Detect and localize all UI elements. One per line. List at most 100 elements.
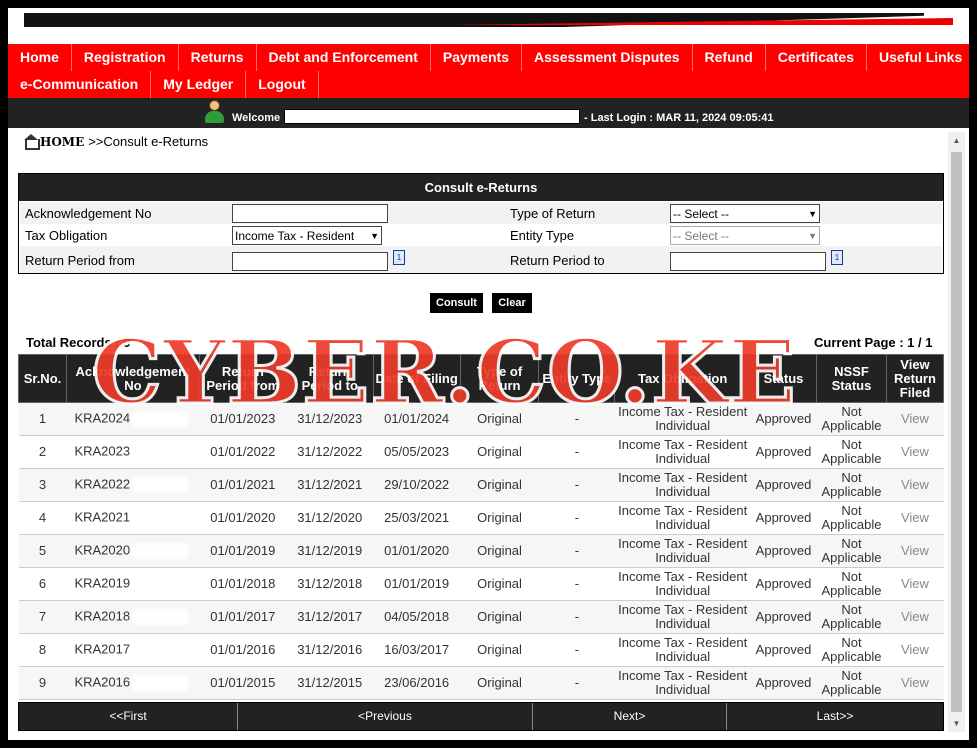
cell-type-text: Original <box>477 642 522 657</box>
view-return-link[interactable]: View <box>901 642 929 657</box>
masked-username <box>284 109 580 124</box>
table-row: 2 KRA2023 01/01/2022 31/12/2022 05/05/2023 Or… <box>18 435 944 469</box>
view-return-link[interactable]: View <box>901 576 929 591</box>
clear-button[interactable]: Clear <box>492 293 532 313</box>
cell-entity: - <box>538 600 615 634</box>
cell-ack-text: KRA2016 <box>74 674 131 690</box>
type-of-return-select[interactable]: -- Select -- ▼ <box>670 204 820 223</box>
welcome-bar: Welcome - Last Login : MAR 11, 2024 09:0… <box>8 98 969 128</box>
pager-previous-button[interactable]: <Previous <box>238 703 533 730</box>
cell-sr-text: 4 <box>38 510 47 525</box>
nav-row-1: Home Registration Returns Debt and Enforcem… <box>8 44 969 71</box>
scroll-up-icon[interactable]: ▲ <box>948 132 965 149</box>
calendar-icon[interactable]: 1 <box>831 250 843 265</box>
cell-status-text: Approved <box>755 642 812 657</box>
consult-button[interactable]: Consult <box>430 293 483 313</box>
cell-sr: 2 <box>18 435 67 469</box>
cell-from-text: 01/01/2018 <box>210 576 276 591</box>
entity-type-label: Entity Type <box>510 228 575 243</box>
nav-item-row2-0[interactable]: e-Communication <box>8 71 152 98</box>
cell-type: Original <box>460 600 539 634</box>
pager-last-button[interactable]: Last>> <box>727 703 943 730</box>
nav-item-row1-3[interactable]: Debt and Enforcement <box>257 44 431 71</box>
nav-item-row2-1[interactable]: My Ledger <box>151 71 247 98</box>
cell-type-text: Original <box>477 675 522 690</box>
cell-ack-text: KRA2018 <box>74 608 131 624</box>
cell-type: Original <box>460 402 539 436</box>
cell-filed: 01/01/2024 <box>373 402 461 436</box>
masked-ack-suffix <box>132 576 189 592</box>
cell-sr: 5 <box>18 534 67 568</box>
scroll-down-icon[interactable]: ▼ <box>948 715 965 732</box>
cell-obligation-text: Income Tax - Resident Individual <box>618 503 748 532</box>
pager-next-button[interactable]: Next> <box>533 703 727 730</box>
home-icon[interactable] <box>24 134 40 150</box>
calendar-icon[interactable]: 1 <box>393 250 405 265</box>
cell-status: Approved <box>750 534 817 568</box>
pager: <<First <Previous Next> Last>> <box>18 702 944 731</box>
cell-type: Original <box>460 633 539 667</box>
cell-nssf: Not Applicable <box>816 435 887 469</box>
view-return-link[interactable]: View <box>901 609 929 624</box>
nav-item-row1-4[interactable]: Payments <box>431 44 523 71</box>
cell-to-text: 31/12/2015 <box>297 675 363 690</box>
cell-view: View <box>886 534 944 568</box>
cell-entity-text: - <box>574 477 580 492</box>
period-from-label: Return Period from <box>25 253 135 268</box>
cell-sr: 9 <box>18 666 67 700</box>
ack-input[interactable] <box>232 204 388 223</box>
view-return-link[interactable]: View <box>901 675 929 690</box>
nav-row-2: e-Communication My Ledger Logout <box>8 71 969 98</box>
view-return-link[interactable]: View <box>901 477 929 492</box>
view-return-link[interactable]: View <box>901 510 929 525</box>
cell-sr-text: 9 <box>38 675 47 690</box>
entity-type-select[interactable]: -- Select -- ▼ <box>670 226 820 245</box>
cell-to: 31/12/2022 <box>286 435 374 469</box>
period-from-input[interactable] <box>232 252 388 271</box>
cell-from-text: 01/01/2019 <box>210 543 276 558</box>
cell-entity: - <box>538 468 615 502</box>
vertical-scrollbar[interactable]: ▲ ▼ <box>948 132 965 732</box>
cell-status-text: Approved <box>755 411 812 426</box>
nav-item-row1-8[interactable]: Useful Links <box>867 44 969 71</box>
view-return-link[interactable]: View <box>901 411 929 426</box>
nav-item-row1-1[interactable]: Registration <box>72 44 179 71</box>
cell-view: View <box>886 633 944 667</box>
nav-item-row1-0[interactable]: Home <box>8 44 72 71</box>
view-return-link[interactable]: View <box>901 543 929 558</box>
cell-nssf: Not Applicable <box>816 468 887 502</box>
cell-obligation-text: Income Tax - Resident Individual <box>618 635 748 664</box>
cell-nssf: Not Applicable <box>816 633 887 667</box>
nav-item-row2-2[interactable]: Logout <box>246 71 319 98</box>
cell-ack: KRA2024 <box>66 402 200 436</box>
cell-to-text: 31/12/2020 <box>297 510 363 525</box>
cell-type: Original <box>460 501 539 535</box>
nav-item-row1-2[interactable]: Returns <box>179 44 257 71</box>
chevron-down-icon: ▼ <box>370 230 379 241</box>
masked-ack-suffix <box>132 543 189 559</box>
cell-type-text: Original <box>477 444 522 459</box>
scroll-thumb[interactable] <box>951 152 962 712</box>
breadcrumb-home-link[interactable]: HOME <box>40 135 84 149</box>
cell-from-text: 01/01/2017 <box>210 609 276 624</box>
tax-obligation-select[interactable]: Income Tax - Resident ▼ <box>232 226 382 245</box>
cell-nssf-text: Not Applicable <box>821 536 882 565</box>
cell-obligation-text: Income Tax - Resident Individual <box>618 404 748 433</box>
pager-first-button[interactable]: <<First <box>19 703 238 730</box>
period-to-input[interactable] <box>670 252 826 271</box>
entity-type-value: -- Select -- <box>673 228 730 243</box>
masked-ack-suffix <box>132 477 189 493</box>
nav-item-row1-5[interactable]: Assessment Disputes <box>522 44 693 71</box>
cell-view: View <box>886 501 944 535</box>
nav-item-row1-7[interactable]: Certificates <box>766 44 868 71</box>
cell-status-text: Approved <box>755 477 812 492</box>
column-header: NSSF Status <box>815 354 887 403</box>
page-frame: Home Registration Returns Debt and Enforcem… <box>8 8 969 740</box>
nav-item-row1-6[interactable]: Refund <box>693 44 766 71</box>
view-return-link[interactable]: View <box>901 444 929 459</box>
cell-obligation: Income Tax - Resident Individual <box>614 633 751 667</box>
cell-obligation: Income Tax - Resident Individual <box>614 435 751 469</box>
cell-from: 01/01/2023 <box>199 402 287 436</box>
cell-filed: 16/03/2017 <box>373 633 461 667</box>
cell-to-text: 31/12/2017 <box>297 609 363 624</box>
